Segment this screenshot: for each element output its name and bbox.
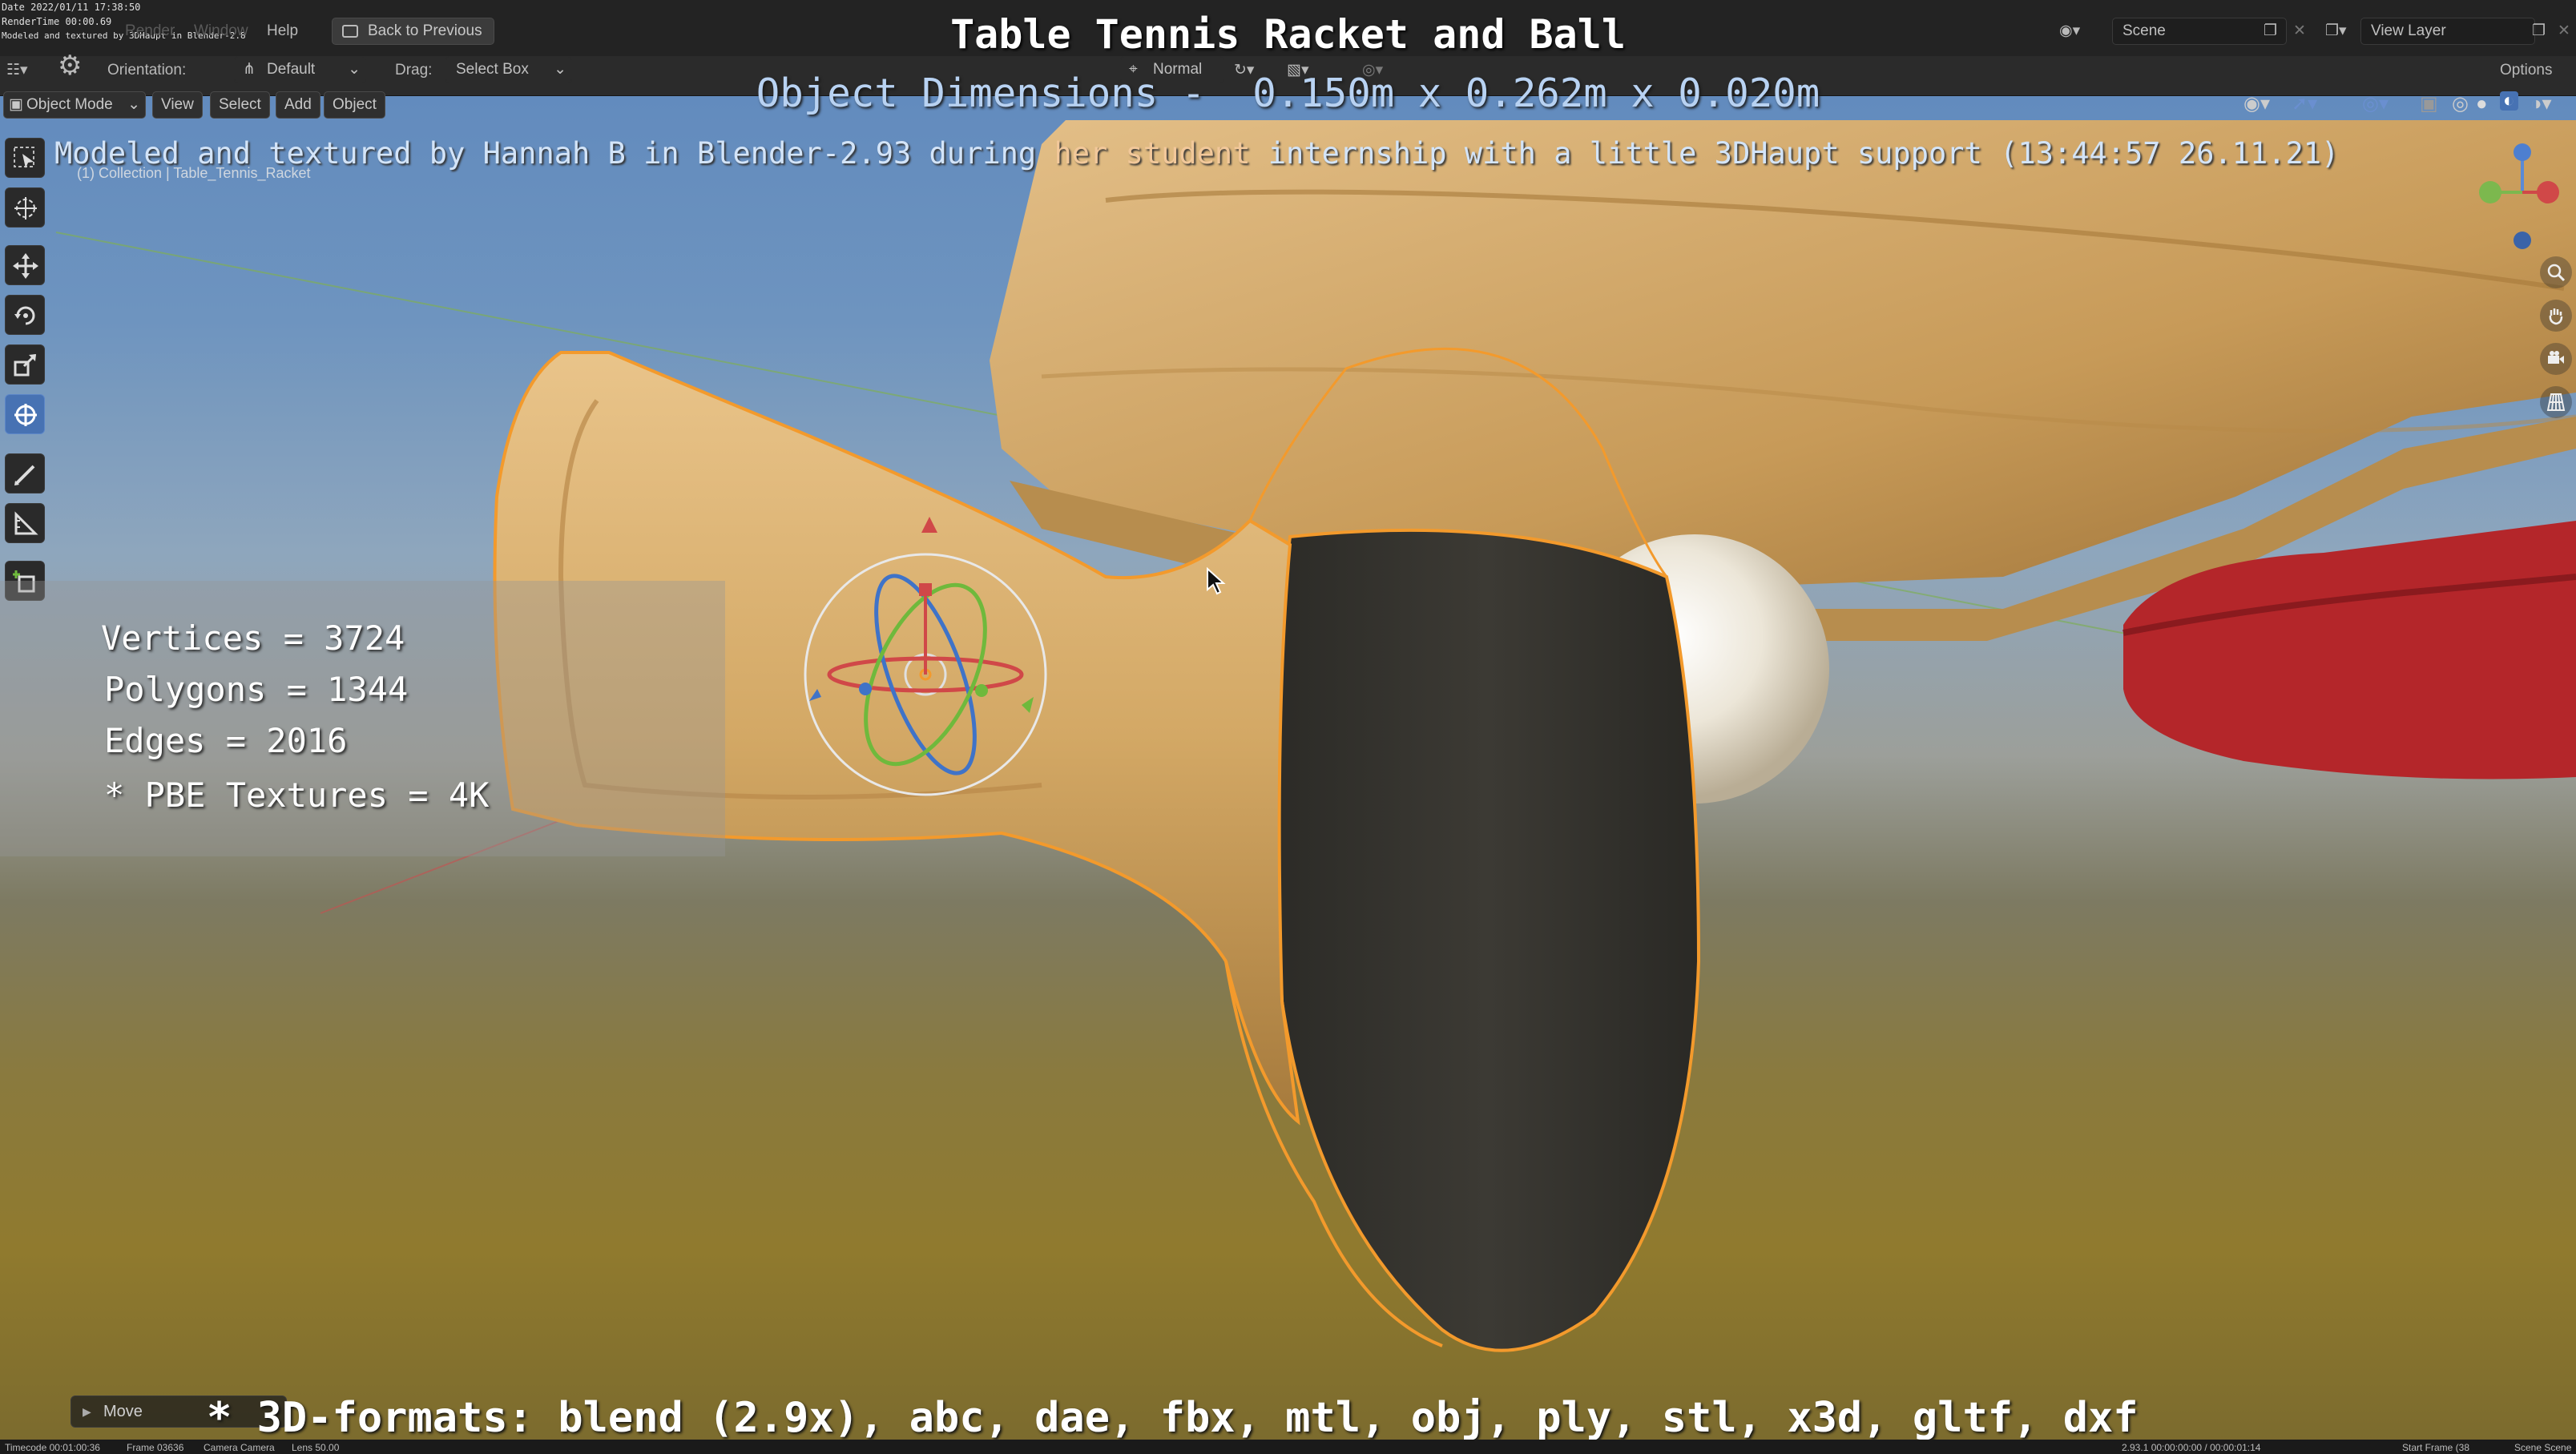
status-frame: Frame 03636 [127,1442,184,1453]
status-start-frame: Start Frame (38 [2402,1442,2470,1453]
polygons-count: Polygons = 1344 [104,670,409,709]
edges-count: Edges = 2016 [104,721,348,760]
camera-icon [2548,351,2564,364]
object-dimensions: Object Dimensions - 0.150m x 0.262m x 0.… [756,70,1820,116]
page-title: Table Tennis Racket and Ball [950,11,1626,58]
pencil-icon [14,465,35,485]
expand-triangle-icon: ▶ [83,1405,91,1418]
zoom-button[interactable] [2540,256,2572,288]
camera-view-button[interactable] [2540,343,2572,375]
move-arrows-icon [13,253,38,279]
formats-line: * 3D-formats: blend (2.9x), abc, dae, fb… [207,1394,2139,1442]
scale-tool[interactable] [5,344,45,385]
hand-icon [2549,308,2563,325]
status-version: 2.93.1 00:00:00:00 / 00:00:01:14 [2122,1442,2261,1453]
annotate-tool[interactable] [5,453,45,493]
transform-tool[interactable] [5,394,45,434]
pan-button[interactable] [2540,300,2572,332]
collection-breadcrumb: (1) Collection | Table_Tennis_Racket [77,165,311,181]
perspective-toggle-button[interactable] [2540,386,2572,418]
mouse-cursor-icon [1207,567,1226,595]
3d-cursor-icon [14,197,37,220]
select-tool[interactable] [5,138,45,178]
ruler-icon [14,511,38,535]
vertices-count: Vertices = 3724 [101,618,405,658]
cursor-tool[interactable] [5,187,45,228]
credit-highlight: her student [1054,136,1251,171]
scale-icon [14,353,37,377]
zoom-icon [2547,264,2566,282]
status-camera: Camera Camera [204,1442,275,1453]
rotate-tool[interactable] [5,295,45,335]
move-tool[interactable] [5,245,45,285]
measure-tool[interactable] [5,503,45,543]
transform-icon [14,404,37,426]
rotate-icon [14,306,35,325]
last-operator-label: Move [103,1403,143,1420]
status-lens: Lens 50.00 [292,1442,340,1453]
credit-line: Modeled and textured by Hannah B in Blen… [54,136,2340,171]
textures-info: * PBE Textures = 4K [104,775,490,815]
status-scene: Scene Scene [2514,1442,2572,1453]
cursor-select-icon [14,147,34,168]
status-timecode: Timecode 00:01:00:36 [5,1442,100,1453]
grid-icon [2546,393,2566,411]
